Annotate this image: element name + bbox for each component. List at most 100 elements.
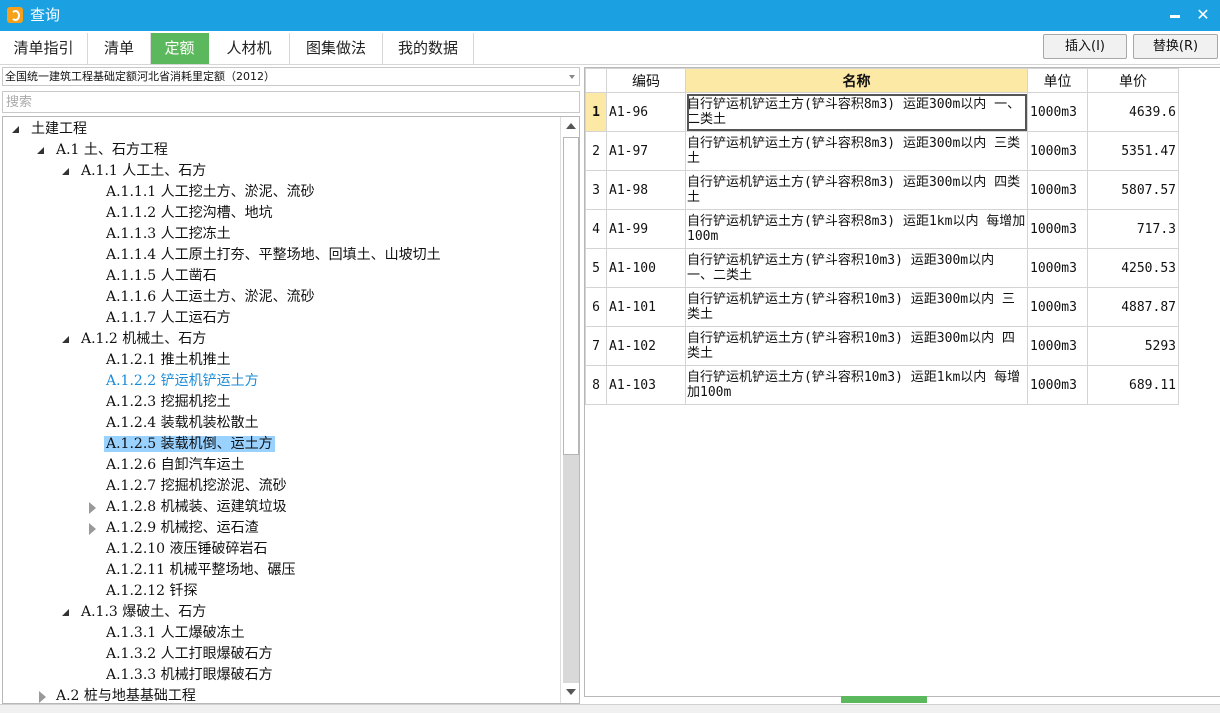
close-button[interactable]: ✕: [1190, 3, 1216, 27]
code-cell[interactable]: A1-97: [606, 131, 686, 171]
unit-cell[interactable]: 1000m3: [1027, 209, 1088, 249]
tree-node[interactable]: A.1.1.2 人工挖沟槽、地坑: [104, 203, 275, 224]
table-row[interactable]: 6 A1-101 自行铲运机铲运土方(铲斗容积10m3) 运距300m以内 三类土 1…: [585, 287, 1179, 327]
tree-node[interactable]: A.1.1.6 人工运土方、淤泥、流砂: [104, 287, 317, 308]
tree-node[interactable]: A.1.1.4 人工原土打夯、平整场地、回填土、山坡切土: [104, 245, 443, 266]
scroll-up-icon[interactable]: [566, 123, 576, 129]
row-number-cell[interactable]: 3: [585, 170, 607, 210]
expanded-triangle-icon[interactable]: [37, 147, 44, 154]
scroll-track[interactable]: [563, 455, 579, 683]
tree-node[interactable]: A.1.2.9 机械挖、运石渣: [89, 518, 261, 539]
tab-atlas[interactable]: 图集做法: [290, 33, 383, 64]
column-header-code[interactable]: 编码: [606, 68, 686, 93]
row-number-cell[interactable]: 5: [585, 248, 607, 288]
code-cell[interactable]: A1-99: [606, 209, 686, 249]
table-row[interactable]: 7 A1-102 自行铲运机铲运土方(铲斗容积10m3) 运距300m以内 四类土 1…: [585, 326, 1179, 366]
tab-quota[interactable]: 定额: [151, 33, 209, 64]
tab-bill[interactable]: 清单: [88, 33, 151, 64]
price-cell[interactable]: 5293: [1087, 326, 1179, 366]
row-number-cell[interactable]: 6: [585, 287, 607, 327]
name-cell[interactable]: 自行铲运机铲运土方(铲斗容积10m3) 运距300m以内 四类土: [685, 326, 1028, 366]
price-cell[interactable]: 717.3: [1087, 209, 1179, 249]
tree-scrollbar[interactable]: [560, 117, 579, 703]
column-header-unit[interactable]: 单位: [1027, 68, 1088, 93]
tree-node[interactable]: A.1.2.7 挖掘机挖淤泥、流砂: [104, 476, 289, 497]
column-header-price[interactable]: 单价: [1087, 68, 1179, 93]
table-row[interactable]: 8 A1-103 自行铲运机铲运土方(铲斗容积10m3) 运距1km以内 每增加10…: [585, 365, 1179, 405]
tree-node[interactable]: A.1.2.1 推土机推土: [104, 350, 233, 371]
table-row[interactable]: 1 A1-96 自行铲运机铲运土方(铲斗容积8m3) 运距300m以内 一、二类土 1…: [585, 92, 1179, 132]
tree-node[interactable]: A.1.3.2 人工打眼爆破石方: [104, 644, 275, 665]
code-cell[interactable]: A1-98: [606, 170, 686, 210]
tree-node[interactable]: A.1.2.8 机械装、运建筑垃圾: [89, 497, 289, 518]
collapsed-triangle-icon[interactable]: [89, 523, 96, 535]
row-number-cell[interactable]: 1: [585, 92, 607, 132]
table-row[interactable]: 2 A1-97 自行铲运机铲运土方(铲斗容积8m3) 运距300m以内 三类土 100…: [585, 131, 1179, 171]
name-cell[interactable]: 自行铲运机铲运土方(铲斗容积8m3) 运距1km以内 每增加100m: [685, 209, 1028, 249]
row-number-cell[interactable]: 7: [585, 326, 607, 366]
tree-node[interactable]: A.1.2.10 液压锤破碎岩石: [104, 539, 270, 560]
tree-node[interactable]: A.1.1.7 人工运石方: [104, 308, 233, 329]
tree-node[interactable]: A.1.2.4 装载机装松散土: [104, 413, 261, 434]
collapsed-triangle-icon[interactable]: [89, 502, 96, 514]
unit-cell[interactable]: 1000m3: [1027, 92, 1088, 132]
table-row[interactable]: 3 A1-98 自行铲运机铲运土方(铲斗容积8m3) 运距300m以内 四类土 100…: [585, 170, 1179, 210]
unit-cell[interactable]: 1000m3: [1027, 326, 1088, 366]
scroll-thumb[interactable]: [563, 137, 579, 455]
search-input[interactable]: [2, 91, 580, 113]
expanded-triangle-icon[interactable]: [62, 168, 69, 175]
price-cell[interactable]: 5351.47: [1087, 131, 1179, 171]
name-cell[interactable]: 自行铲运机铲运土方(铲斗容积10m3) 运距1km以内 每增加100m: [685, 365, 1028, 405]
price-cell[interactable]: 4639.6: [1087, 92, 1179, 132]
code-cell[interactable]: A1-102: [606, 326, 686, 366]
expanded-triangle-icon[interactable]: [62, 609, 69, 616]
price-cell[interactable]: 689.11: [1087, 365, 1179, 405]
unit-cell[interactable]: 1000m3: [1027, 170, 1088, 210]
table-row[interactable]: 4 A1-99 自行铲运机铲运土方(铲斗容积8m3) 运距1km以内 每增加100m…: [585, 209, 1179, 249]
tree-node[interactable]: A.1.1 人工土、石方: [62, 161, 208, 182]
expanded-triangle-icon[interactable]: [12, 126, 19, 133]
price-cell[interactable]: 4250.53: [1087, 248, 1179, 288]
tree-node[interactable]: A.1.2.11 机械平整场地、碾压: [104, 560, 298, 581]
unit-cell[interactable]: 1000m3: [1027, 287, 1088, 327]
tree-node[interactable]: A.1.1.5 人工凿石: [104, 266, 219, 287]
price-cell[interactable]: 5807.57: [1087, 170, 1179, 210]
tree-node[interactable]: A.1.3 爆破土、石方: [62, 602, 208, 623]
replace-button[interactable]: 替换(R): [1133, 34, 1218, 59]
tree-node[interactable]: A.1.2.2 铲运机铲运土方: [104, 371, 261, 392]
tree-node[interactable]: A.1.1.3 人工挖冻土: [104, 224, 233, 245]
quota-library-select[interactable]: 全国统一建筑工程基础定额河北省消耗里定额（2012）: [2, 67, 580, 86]
unit-cell[interactable]: 1000m3: [1027, 131, 1088, 171]
name-cell[interactable]: 自行铲运机铲运土方(铲斗容积10m3) 运距300m以内 三类土: [685, 287, 1028, 327]
minimize-button[interactable]: [1164, 3, 1186, 27]
tab-materials[interactable]: 人材机: [209, 33, 290, 64]
name-cell[interactable]: 自行铲运机铲运土方(铲斗容积8m3) 运距300m以内 一、二类土: [685, 92, 1028, 132]
collapsed-triangle-icon[interactable]: [39, 691, 46, 703]
tree-node[interactable]: A.1.2.5 装载机倒、运土方: [104, 434, 275, 455]
code-cell[interactable]: A1-101: [606, 287, 686, 327]
name-cell[interactable]: 自行铲运机铲运土方(铲斗容积8m3) 运距300m以内 四类土: [685, 170, 1028, 210]
insert-button[interactable]: 插入(I): [1043, 34, 1127, 59]
unit-cell[interactable]: 1000m3: [1027, 248, 1088, 288]
tree-node[interactable]: A.1.3.1 人工爆破冻土: [104, 623, 247, 644]
panel-splitter[interactable]: [841, 696, 927, 703]
tab-my-data[interactable]: 我的数据: [383, 33, 474, 64]
tree-node[interactable]: A.1 土、石方工程: [37, 140, 170, 161]
tree-node[interactable]: A.1.2 机械土、石方: [62, 329, 208, 350]
tree-node[interactable]: A.2 桩与地基基础工程: [39, 686, 198, 703]
unit-cell[interactable]: 1000m3: [1027, 365, 1088, 405]
row-number-cell[interactable]: 8: [585, 365, 607, 405]
row-number-cell[interactable]: 4: [585, 209, 607, 249]
price-cell[interactable]: 4887.87: [1087, 287, 1179, 327]
tree-node[interactable]: A.1.2.12 钎探: [104, 581, 200, 602]
scroll-down-icon[interactable]: [566, 689, 576, 695]
tree-node[interactable]: A.1.2.3 挖掘机挖土: [104, 392, 233, 413]
column-header-name[interactable]: 名称: [685, 68, 1028, 93]
tree-node[interactable]: 土建工程: [12, 119, 89, 140]
expanded-triangle-icon[interactable]: [62, 336, 69, 343]
tree-node[interactable]: A.1.1.1 人工挖土方、淤泥、流砂: [104, 182, 317, 203]
code-cell[interactable]: A1-100: [606, 248, 686, 288]
tree-node[interactable]: A.1.2.6 自卸汽车运土: [104, 455, 247, 476]
name-cell[interactable]: 自行铲运机铲运土方(铲斗容积8m3) 运距300m以内 三类土: [685, 131, 1028, 171]
tree-node[interactable]: A.1.3.3 机械打眼爆破石方: [104, 665, 275, 686]
